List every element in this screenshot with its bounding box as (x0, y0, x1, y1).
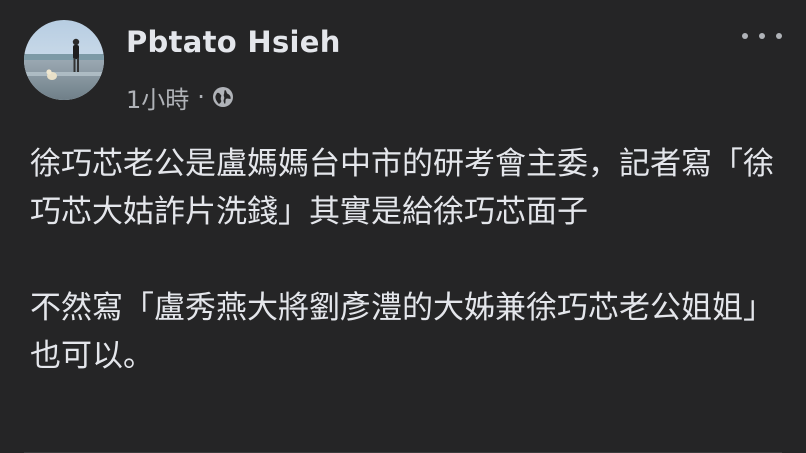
facebook-post: Pbtato Hsieh 1小時 · 徐巧芯老公是盧媽媽台中市的研考會主委，記者… (0, 0, 806, 453)
more-dot (759, 33, 765, 39)
avatar-image (24, 20, 104, 100)
post-paragraph: 徐巧芯老公是盧媽媽台中市的研考會主委，記者寫「徐巧芯大姑詐片洗錢」其實是給徐巧芯… (30, 146, 774, 230)
meta-separator: · (197, 83, 205, 111)
more-options-icon[interactable] (742, 24, 782, 48)
author-name[interactable]: Pbtato Hsieh (126, 24, 341, 60)
globe-icon[interactable] (212, 86, 234, 108)
more-dot (742, 33, 748, 39)
post-body: 徐巧芯老公是盧媽媽台中市的研考會主委，記者寫「徐巧芯大姑詐片洗錢」其實是給徐巧芯… (30, 140, 790, 380)
avatar[interactable] (24, 20, 104, 100)
more-dot (776, 33, 782, 39)
post-timestamp[interactable]: 1小時 (126, 80, 189, 115)
post-meta: 1小時 · (126, 80, 234, 114)
post-paragraph: 不然寫「盧秀燕大將劉彥澧的大姊兼徐巧芯老公姐姐」也可以。 (30, 290, 774, 374)
